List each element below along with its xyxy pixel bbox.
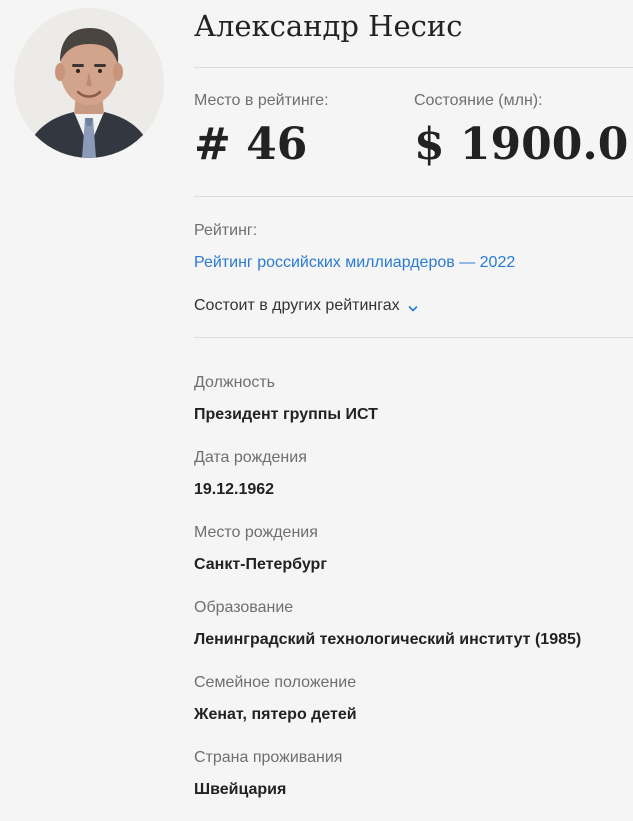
fact-education: Образование Ленинградский технологически… [194,596,630,671]
avatar-portrait [14,8,164,158]
fact-birth-place: Место рождения Санкт-Петербург [194,521,630,596]
rating-link[interactable]: Рейтинг российских миллиардеров — 2022 [194,254,515,272]
fact-position: Должность Президент группы ИСТ [194,371,630,446]
fact-value: Швейцария [194,781,287,798]
fact-value: 19.12.1962 [194,481,275,498]
fact-label: Место рождения [194,524,318,541]
fact-label: Дата рождения [194,449,307,466]
rank-value: # 46 [194,119,308,170]
fact-birth-date: Дата рождения 19.12.1962 [194,446,630,521]
rating-label: Рейтинг: [194,222,258,239]
net-worth-value: $ 1900.0 [414,119,629,170]
avatar [14,8,164,158]
divider [194,67,633,68]
divider [194,196,633,197]
fact-label: Должность [194,374,275,391]
fact-label: Семейное положение [194,674,357,691]
divider [194,337,633,338]
fact-value: Женат, пятеро детей [194,706,357,723]
fact-value: Президент группы ИСТ [194,406,378,423]
chevron-down-icon [408,301,418,312]
fact-value: Санкт-Петербург [194,556,327,573]
net-worth-label: Состояние (млн): [414,92,543,109]
other-ratings-label: Состоит в других рейтингах [194,297,400,314]
other-ratings-toggle[interactable]: Состоит в других рейтингах [194,297,418,315]
fact-marital-status: Семейное положение Женат, пятеро детей [194,671,630,746]
fact-value: Ленинградский технологический институт (… [194,631,582,648]
facts-list: Должность Президент группы ИСТ Дата рожд… [194,371,630,821]
fact-residence: Страна проживания Швейцария [194,746,630,821]
fact-label: Образование [194,599,294,616]
person-name: Александр Несис [194,9,463,43]
fact-label: Страна проживания [194,749,343,766]
rank-label: Место в рейтинге: [194,92,329,109]
